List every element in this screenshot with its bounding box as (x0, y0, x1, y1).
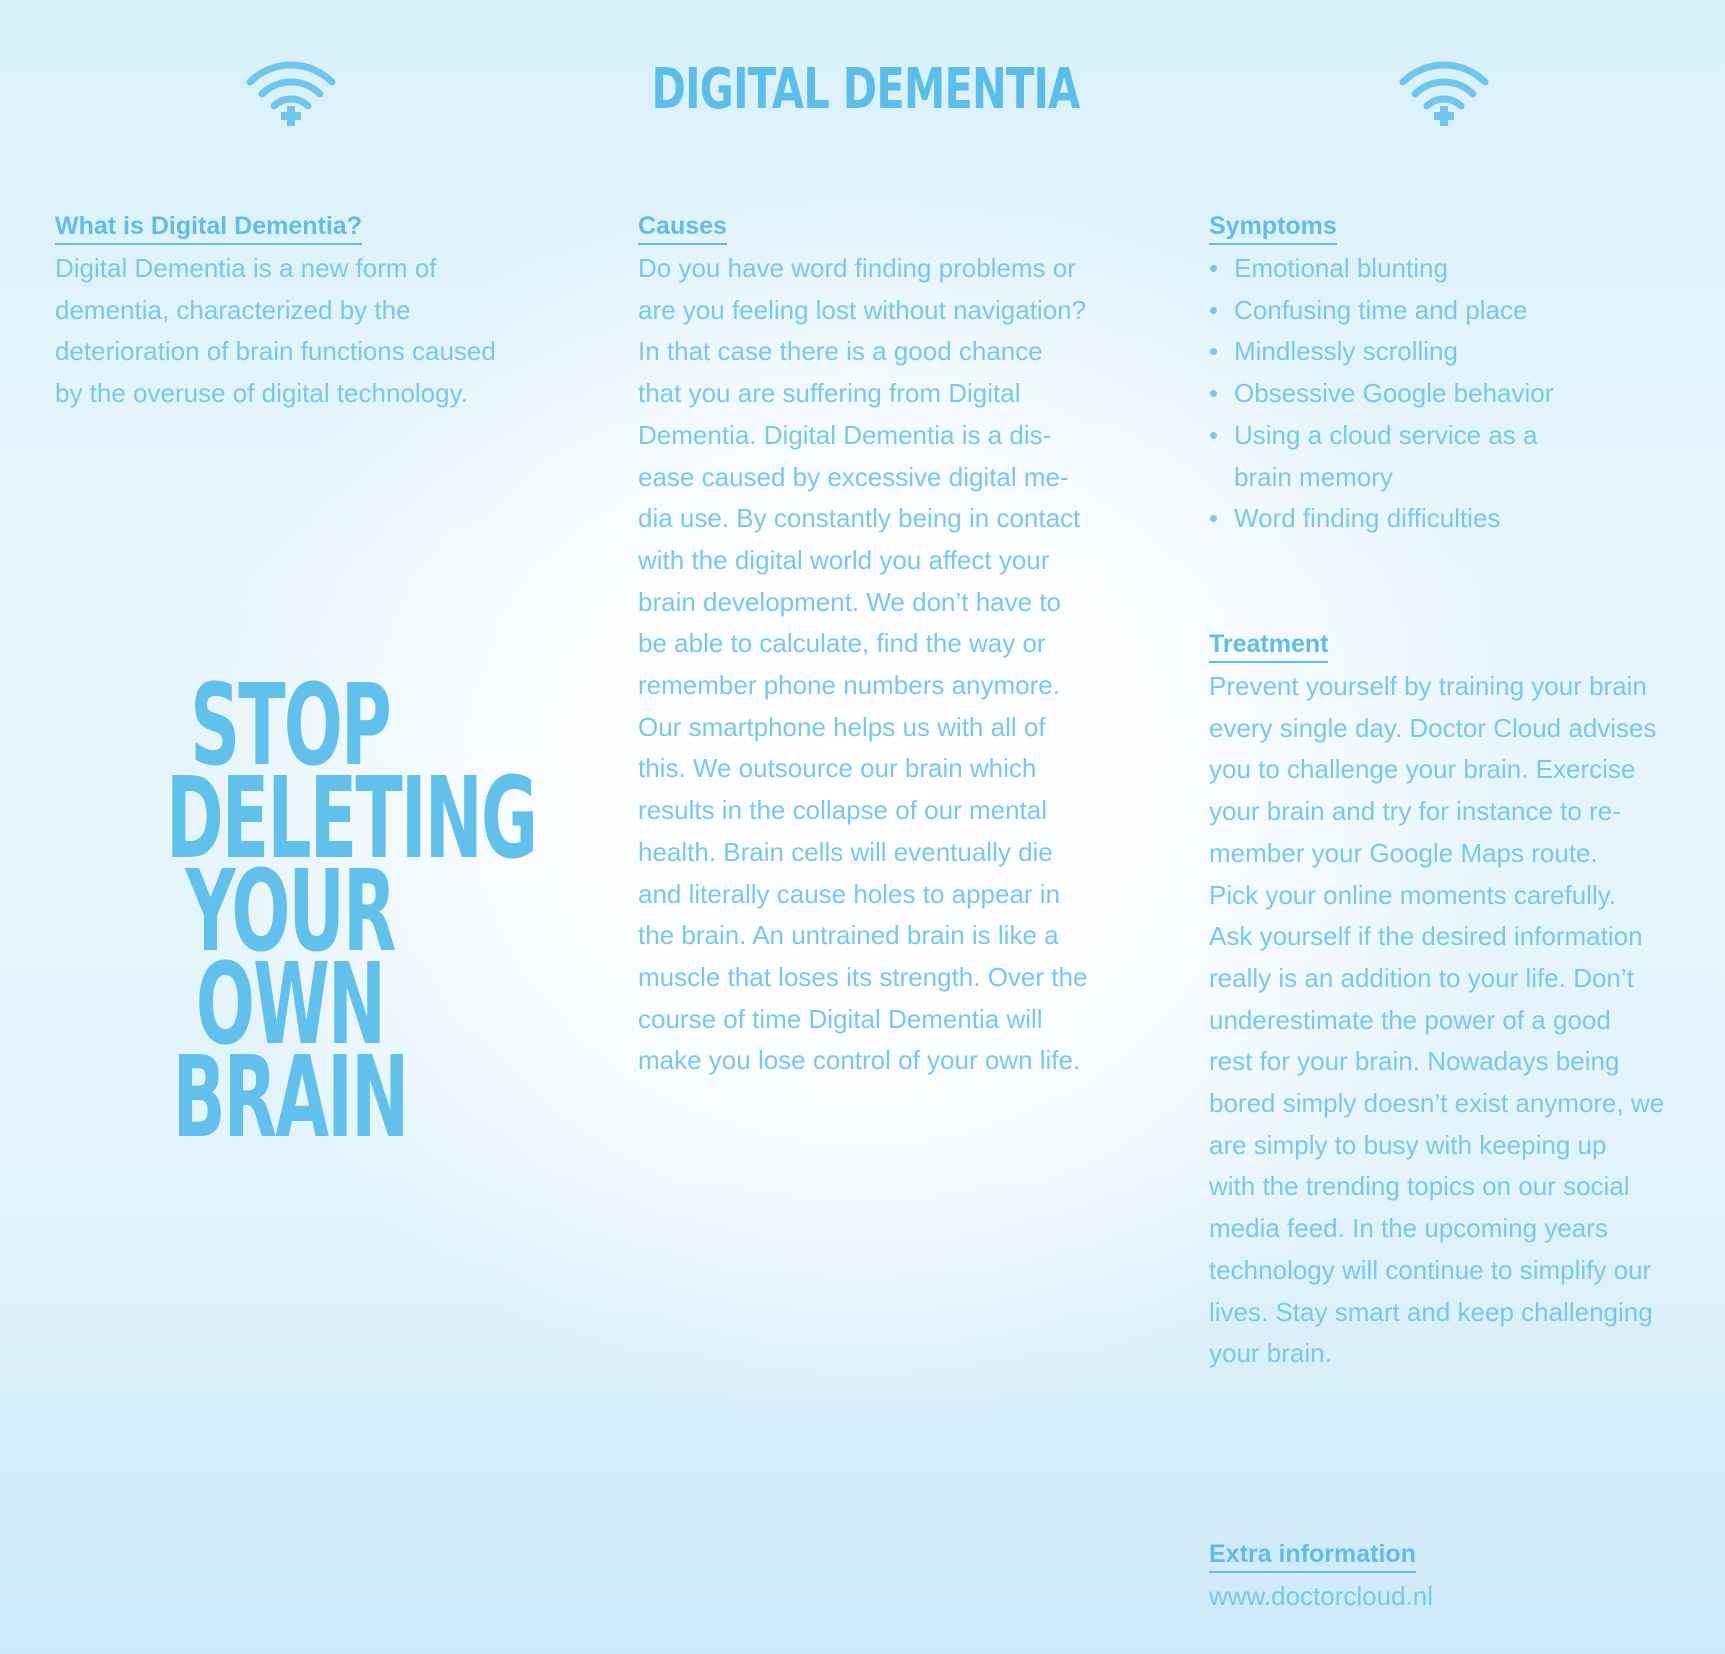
what-is-text: Digital Dementia is a new form of dement… (55, 253, 496, 409)
extra-info-section: Extra information www.doctorcloud.nl (1209, 1533, 1709, 1618)
brochure-page: DIGITAL DEMENTIA What is Digital Dementi… (0, 0, 1725, 1654)
symptoms-heading: Symptoms (1209, 209, 1337, 245)
what-is-section: What is Digital Dementia? Digital Dement… (55, 205, 535, 415)
symptoms-list: Emotional blunting Confusing time and pl… (1209, 248, 1709, 540)
causes-text: Do you have word finding problems or are… (638, 253, 1088, 1076)
list-item: Obsessive Google behavior (1209, 373, 1709, 415)
list-item: Mindlessly scrolling (1209, 331, 1709, 373)
list-item: Confusing time and place (1209, 290, 1709, 332)
extra-info-heading: Extra information (1209, 1537, 1416, 1573)
slogan: STOP DELETING YOUR OWN BRAIN (90, 670, 538, 1163)
treatment-section: Treatment Prevent yourself by training y… (1209, 623, 1709, 1375)
treatment-heading: Treatment (1209, 627, 1329, 663)
causes-heading: Causes (638, 209, 727, 245)
list-item: Emotional blunting (1209, 248, 1709, 290)
treatment-text: Prevent yourself by training your brain … (1209, 671, 1665, 1369)
list-item: Word finding difficulties (1209, 498, 1709, 540)
page-title: DIGITAL DEMENTIA (651, 57, 1080, 122)
causes-section: Causes Do you have word finding problems… (638, 205, 1128, 1082)
website-link[interactable]: www.doctorcloud.nl (1209, 1576, 1709, 1618)
slogan-line: BRAIN (172, 1033, 410, 1163)
list-item: Using a cloud service as a brain memory (1209, 415, 1709, 498)
what-is-heading: What is Digital Dementia? (55, 209, 362, 245)
wifi-plus-icon (1399, 56, 1489, 126)
symptoms-section: Symptoms Emotional blunting Confusing ti… (1209, 205, 1709, 540)
